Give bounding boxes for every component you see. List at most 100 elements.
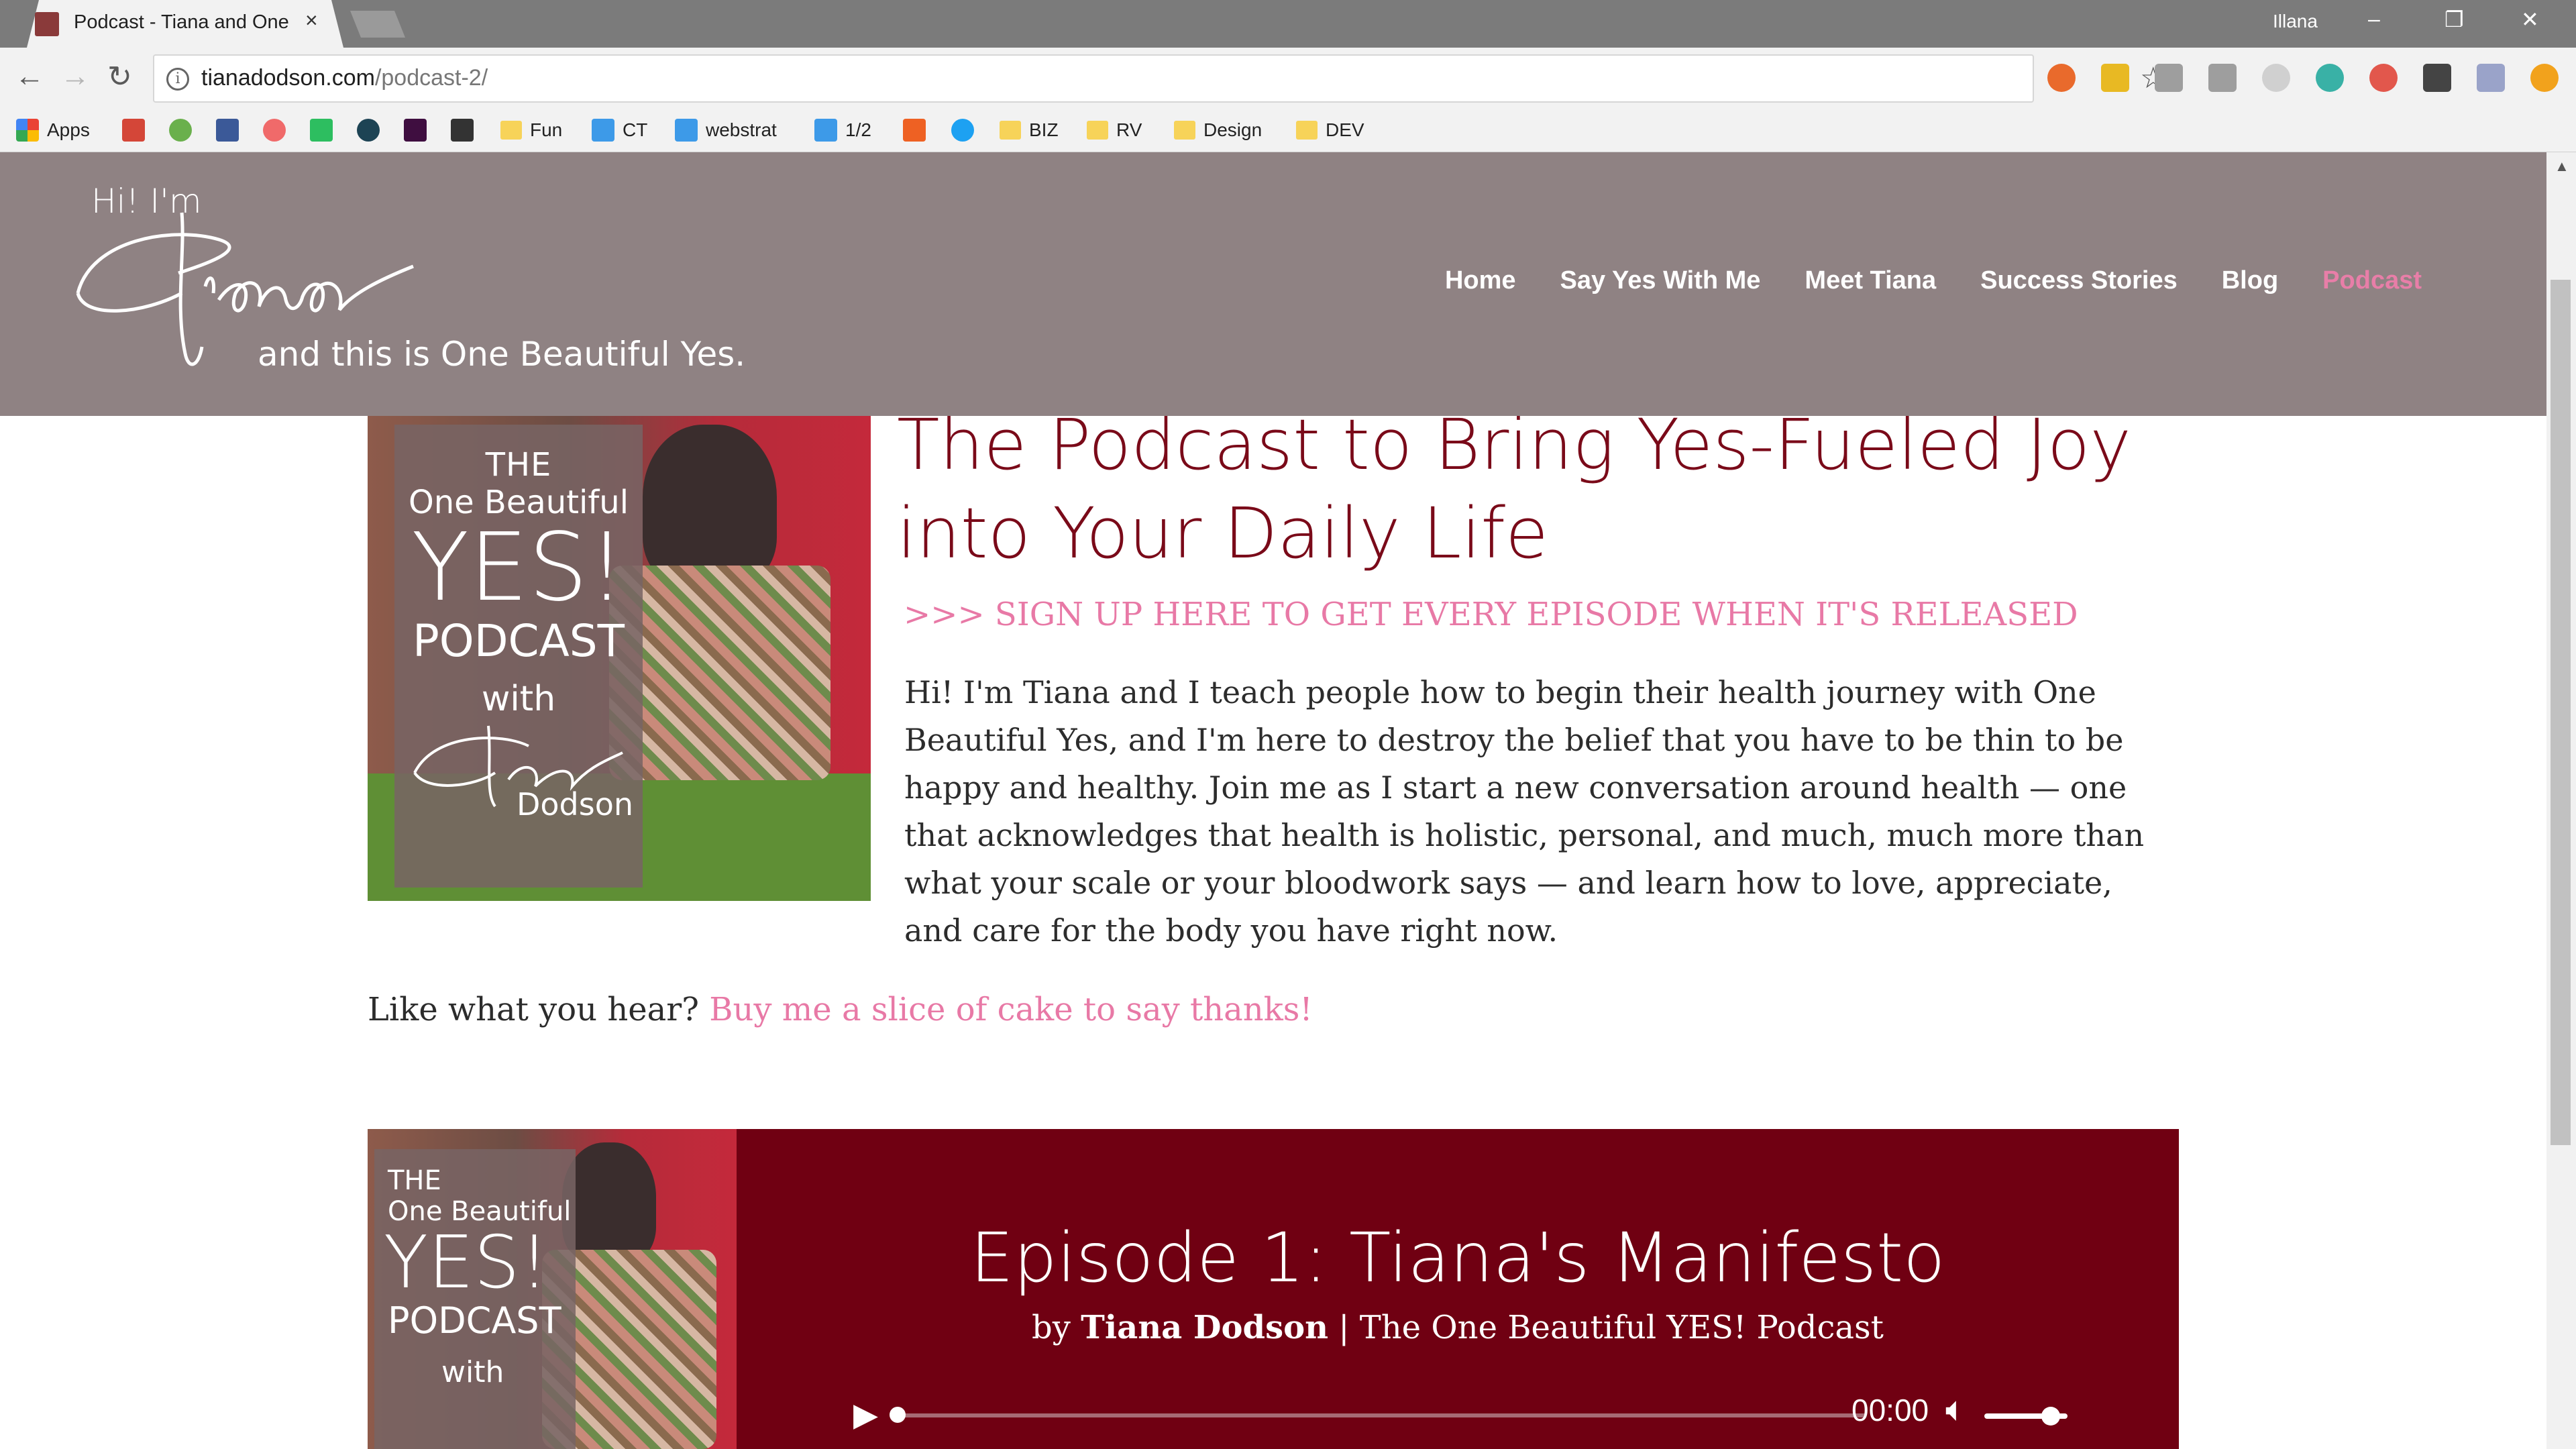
nav-blog[interactable]: Blog [2222,266,2278,295]
cover-person-head [643,425,777,586]
page-viewport: Hi! I'm and this is One Beautiful Yes. H… [0,152,2546,1449]
extension-icon[interactable] [2530,64,2559,92]
progress-slider[interactable] [892,1413,1866,1417]
bookmark-label: Apps [47,119,90,140]
scrollbar-thumb[interactable] [2551,280,2571,1145]
nav-meet-tiana[interactable]: Meet Tiana [1805,266,1936,295]
volume-handle[interactable] [2041,1407,2061,1426]
leaf-icon [169,119,192,142]
bookmark-1-2[interactable]: 1/2 [814,115,871,145]
evernote-icon [310,119,333,142]
folder-icon [1174,121,1195,140]
nav-podcast[interactable]: Podcast [2322,266,2422,295]
page-scrollbar[interactable]: ▲ [2546,152,2576,1449]
bookmark-label: Fun [530,119,563,140]
nav-success-stories[interactable]: Success Stories [1980,266,2178,295]
leaf-bookmark[interactable] [169,115,192,145]
bookmark-apps[interactable]: Apps [16,115,90,145]
bookmark-folder-biz[interactable]: BIZ [1000,115,1059,145]
mask-bookmark[interactable] [451,115,474,145]
bookmark-folder-dev[interactable]: DEV [1296,115,1364,145]
extension-icon[interactable] [2369,64,2398,92]
tab-favicon-icon [35,12,59,36]
show-name: The One Beautiful YES! Podcast [1359,1309,1884,1346]
byline-prefix: by [1032,1309,1071,1346]
slack-bookmark[interactable] [404,115,427,145]
tab-close-icon[interactable]: × [305,8,318,33]
episode-cover-image: THE One Beautiful YES! PODCAST with [368,1129,737,1449]
bookmark-folder-rv[interactable]: RV [1087,115,1142,145]
page-title: The Podcast to Bring Yes-Fueled Joy into… [897,404,2131,574]
back-icon[interactable]: ← [15,60,44,93]
nav-say-yes-with-me[interactable]: Say Yes With Me [1560,266,1761,295]
bookmark-folder-design[interactable]: Design [1174,115,1262,145]
folder-icon [500,121,522,140]
extension-icon[interactable] [2155,64,2183,92]
restore-icon[interactable]: ❐ [2445,7,2464,32]
profile-name[interactable]: Illana [2273,11,2318,32]
progress-handle[interactable] [890,1407,906,1423]
facebook-bookmark[interactable] [216,115,239,145]
asana-bookmark[interactable] [263,115,286,145]
bookmark-label: DEV [1326,119,1364,140]
support-prefix: Like what you hear? [368,991,699,1028]
browser-toolbar: ← → ↻ i tianadodson.com/podcast-2/ ☆ [0,48,2576,109]
episode-byline: by Tiana Dodson | The One Beautiful YES!… [737,1309,2179,1346]
scroll-up-icon[interactable]: ▲ [2555,158,2569,175]
site-info-icon[interactable]: i [166,68,189,91]
url-host: tianadodson.com [201,65,375,91]
twitter-bookmark[interactable] [951,115,974,145]
minimize-icon[interactable]: – [2368,7,2380,32]
upwork-bookmark[interactable] [357,115,380,145]
mask-icon [451,119,474,142]
cover-text: PODCAST [388,1299,561,1342]
bookmarks-bar: Apps Fun CT webstrat 1/2 BIZ RV Design D… [0,109,2576,152]
podcast-player: THE One Beautiful YES! PODCAST with Epis… [368,1129,2179,1449]
bookmark-label: webstrat [706,119,777,140]
bitly-bookmark[interactable] [903,115,926,145]
address-bar[interactable]: i tianadodson.com/podcast-2/ ☆ [153,54,2166,103]
extension-icon[interactable] [2316,64,2344,92]
signup-link[interactable]: >>> SIGN UP HERE TO GET EVERY EPISODE WH… [904,596,2078,633]
reload-icon[interactable]: ↻ [107,60,132,94]
extension-icon[interactable] [2477,64,2505,92]
cover-text: YES! [411,513,626,623]
logo-tagline: and this is One Beautiful Yes. [258,335,746,374]
cover-text: with [441,1355,504,1389]
intro-paragraph: Hi! I'm Tiana and I teach people how to … [368,669,2176,955]
asana-icon [263,119,286,142]
play-button[interactable]: ▶ [853,1396,878,1434]
url-text[interactable]: tianadodson.com/podcast-2/ [201,65,488,91]
bookmark-folder-fun[interactable]: Fun [500,115,562,145]
bookmark-label: Design [1203,119,1263,140]
volume-icon[interactable]: 🔈︎ [1945,1389,1966,1430]
apps-grid-icon [16,119,39,142]
episode-author: Tiana Dodson [1081,1309,1329,1346]
bookmark-webstrat[interactable]: webstrat [675,115,777,145]
new-tab-button[interactable] [350,11,405,38]
extension-icon[interactable] [2262,64,2290,92]
window-close-icon[interactable]: ✕ [2521,7,2539,32]
bookmark-label: 1/2 [845,119,871,140]
bookmark-ct[interactable]: CT [592,115,647,145]
slack-icon [404,119,427,142]
bookmark-label: RV [1116,119,1142,140]
evernote-bookmark[interactable] [310,115,333,145]
forward-icon[interactable]: → [60,60,90,93]
facebook-icon [216,119,239,142]
check-icon [814,119,837,142]
twitter-icon [951,119,974,142]
tab-title: Podcast - Tiana and One [74,11,289,33]
extension-icon[interactable] [2047,64,2076,92]
byline-separator: | [1328,1309,1360,1346]
extension-icon[interactable] [2423,64,2451,92]
buy-cake-link[interactable]: Buy me a slice of cake to say thanks! [709,991,1312,1028]
cover-text: PODCAST [412,615,625,667]
extension-icon[interactable] [2208,64,2237,92]
episode-title: Episode 1: Tiana's Manifesto [970,1218,1945,1298]
nav-home[interactable]: Home [1445,266,1516,295]
extension-icon[interactable] [2101,64,2129,92]
gmail-bookmark[interactable] [122,115,145,145]
folder-icon [1000,121,1021,140]
cover-title-panel: THE One Beautiful YES! PODCAST with [374,1149,576,1449]
